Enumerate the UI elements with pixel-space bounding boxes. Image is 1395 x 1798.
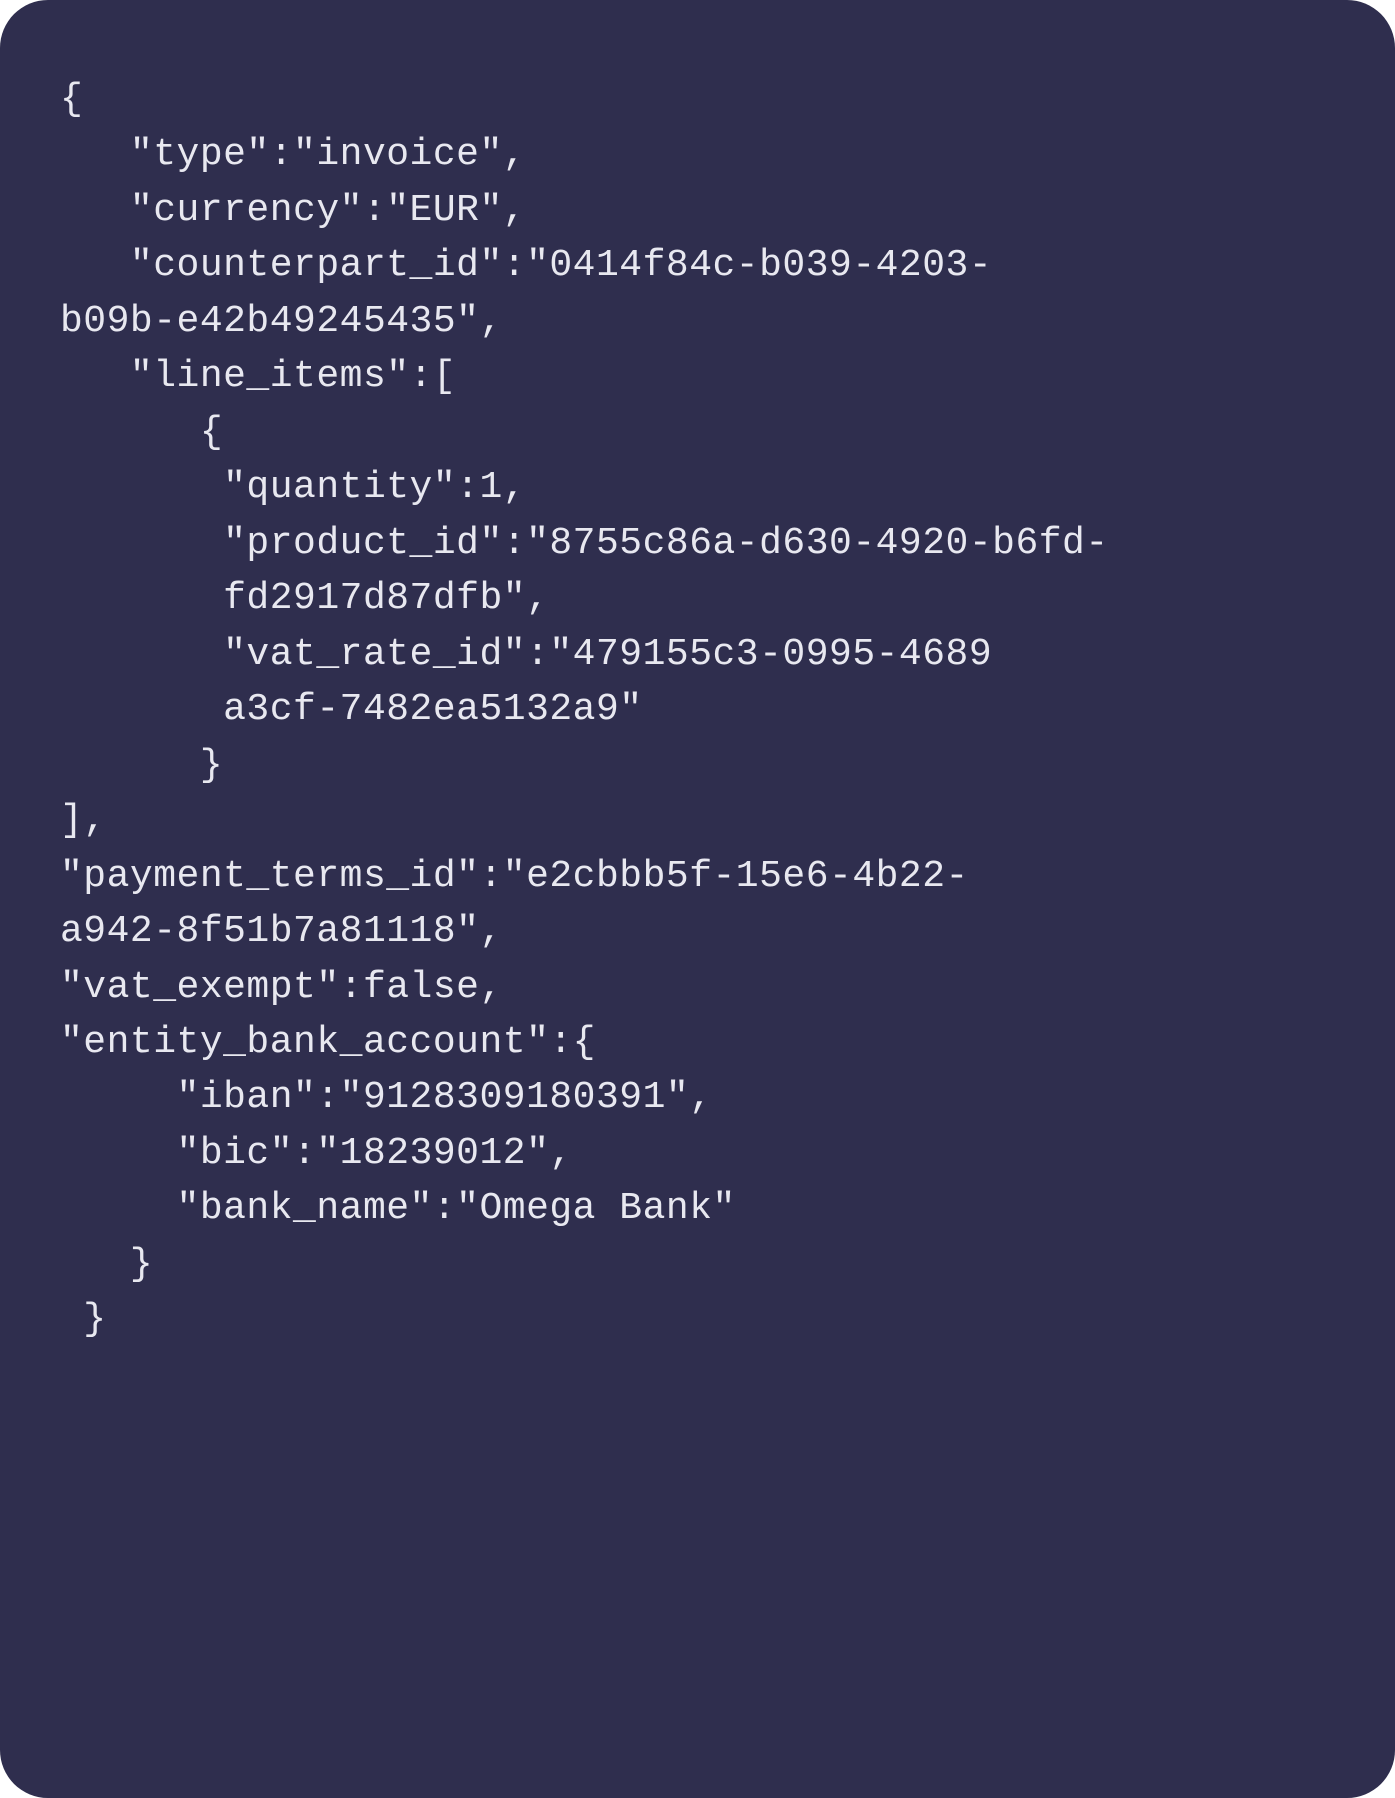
- code-line: "type":"invoice",: [60, 133, 526, 176]
- code-line: "currency":"EUR",: [60, 189, 526, 232]
- code-line: }: [60, 744, 223, 787]
- code-line: a942-8f51b7a81118",: [60, 910, 503, 953]
- code-line: "product_id":"8755c86a-d630-4920-b6fd-: [60, 522, 1109, 565]
- code-line: fd2917d87dfb",: [60, 577, 549, 620]
- code-line: ],: [60, 799, 107, 842]
- code-line: }: [60, 1243, 153, 1286]
- code-line: "entity_bank_account":{: [60, 1021, 596, 1064]
- code-line: "quantity":1,: [60, 466, 526, 509]
- code-line: }: [60, 1298, 107, 1341]
- code-line: "vat_rate_id":"479155c3-0995-4689: [60, 633, 992, 676]
- json-code-block: { "type":"invoice", "currency":"EUR", "c…: [0, 0, 1395, 1798]
- code-line: "bank_name":"Omega Bank": [60, 1187, 736, 1230]
- code-line: {: [60, 78, 83, 121]
- code-line: "counterpart_id":"0414f84c-b039-4203-: [60, 244, 992, 287]
- code-line: "line_items":[: [60, 355, 456, 398]
- code-line: {: [60, 411, 223, 454]
- code-line: "iban":"9128309180391",: [60, 1076, 713, 1119]
- code-line: b09b-e42b49245435",: [60, 300, 503, 343]
- code-line: a3cf-7482ea5132a9": [60, 688, 643, 731]
- code-line: "vat_exempt":false,: [60, 966, 503, 1009]
- code-line: "bic":"18239012",: [60, 1132, 573, 1175]
- code-line: "payment_terms_id":"e2cbbb5f-15e6-4b22-: [60, 855, 969, 898]
